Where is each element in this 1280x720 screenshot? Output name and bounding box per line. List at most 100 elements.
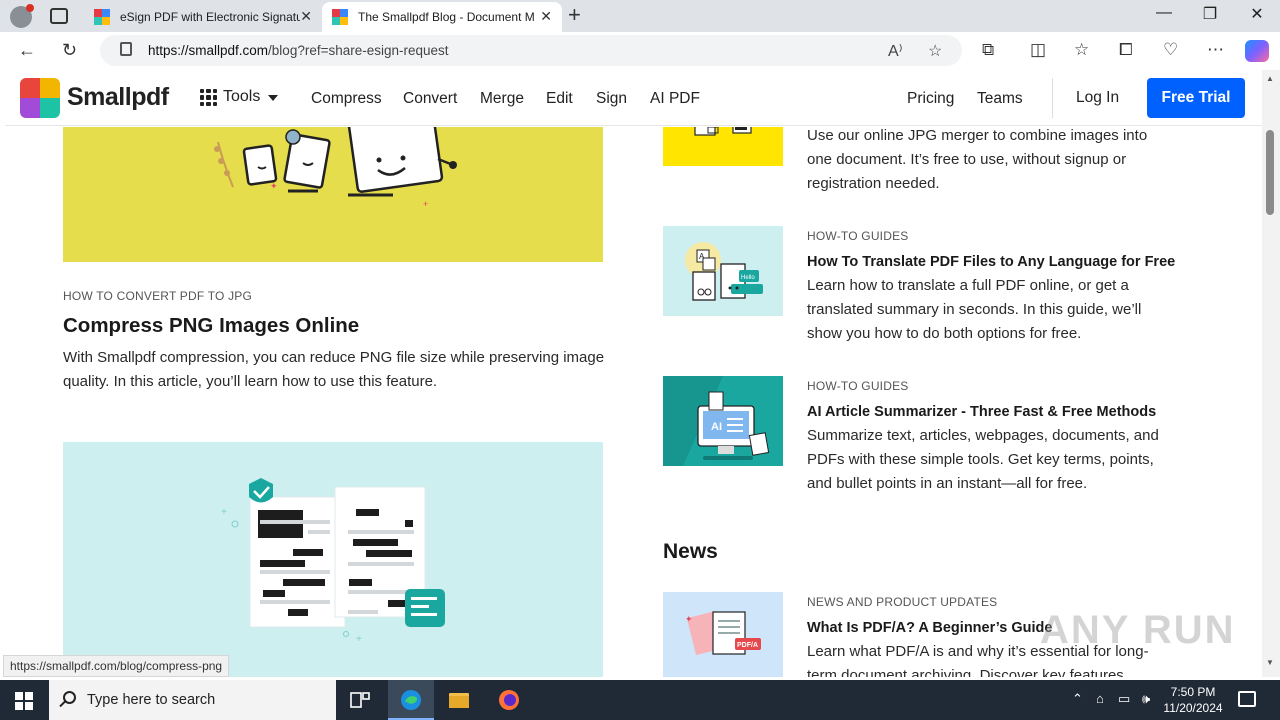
minimize-button[interactable]: — bbox=[1141, 4, 1187, 22]
refresh-icon[interactable]: ↻ bbox=[62, 40, 77, 61]
thumbnail-jpg-merger[interactable] bbox=[663, 127, 783, 166]
lock-icon[interactable] bbox=[120, 42, 132, 56]
site-header: Smallpdf Tools Compress Convert Merge Ed… bbox=[5, 70, 1263, 126]
task-view-icon[interactable] bbox=[348, 688, 372, 712]
nav-merge[interactable]: Merge bbox=[480, 90, 524, 108]
nav-ai-pdf[interactable]: AI PDF bbox=[650, 90, 700, 108]
smallpdf-logo-icon[interactable] bbox=[20, 78, 60, 118]
browser-titlebar: eSign PDF with Electronic Signatu ✕ The … bbox=[0, 0, 1280, 32]
network-icon[interactable]: ⌂ bbox=[1096, 691, 1104, 706]
tab-label: The Smallpdf Blog - Document M bbox=[358, 10, 535, 24]
nav-teams[interactable]: Teams bbox=[977, 90, 1023, 108]
svg-text:✦: ✦ bbox=[685, 614, 693, 624]
pdfa-illustration: PDF/A ✦ bbox=[685, 610, 761, 656]
translate-illustration: A Hello bbox=[685, 242, 763, 301]
copilot-icon[interactable] bbox=[1245, 40, 1269, 62]
compress-illustration: + + bbox=[221, 478, 445, 645]
close-tab-icon[interactable]: ✕ bbox=[300, 8, 312, 25]
collections-icon[interactable]: ⧠ bbox=[1119, 40, 1133, 60]
ai-summarizer-illustration: AI bbox=[663, 376, 770, 466]
hello-bubble: Hello bbox=[741, 275, 755, 281]
documents-illustration: ✦ + bbox=[214, 127, 457, 209]
close-window-button[interactable]: ✕ bbox=[1234, 4, 1280, 24]
smallpdf-favicon-icon bbox=[332, 9, 348, 25]
thumbnail-pdfa[interactable]: PDF/A ✦ bbox=[663, 592, 783, 677]
clock-time: 7:50 PM bbox=[1170, 685, 1216, 699]
news-heading: News bbox=[663, 540, 718, 563]
logo-text[interactable]: Smallpdf bbox=[67, 83, 169, 112]
side-item-3-excerpt: Summarize text, articles, webpages, docu… bbox=[807, 427, 1159, 492]
watermark-logo: ANY RUN bbox=[1040, 608, 1236, 652]
edge-browser-icon[interactable] bbox=[399, 688, 423, 712]
nav-convert[interactable]: Convert bbox=[403, 90, 457, 108]
back-arrow-icon[interactable]: ← bbox=[18, 40, 36, 61]
article-thumbnail-jpg[interactable]: ✦ + bbox=[63, 127, 603, 262]
nav-sign[interactable]: Sign bbox=[596, 90, 627, 108]
scrollbar-thumb[interactable] bbox=[1266, 130, 1274, 215]
nav-compress[interactable]: Compress bbox=[311, 90, 382, 108]
jpg-merger-illustration bbox=[694, 127, 752, 136]
favorites-icon[interactable]: ☆ bbox=[1074, 40, 1089, 60]
side-item-2-category[interactable]: HOW-TO GUIDES bbox=[807, 229, 909, 243]
tools-grid-icon[interactable] bbox=[200, 89, 217, 106]
side-item-2-excerpt: Learn how to translate a full PDF online… bbox=[807, 277, 1142, 342]
display-icon[interactable]: ▭ bbox=[1118, 691, 1130, 707]
taskbar-search-placeholder: Type here to search bbox=[87, 692, 216, 708]
news-item-category[interactable]: NEWS AND PRODUCT UPDATES bbox=[807, 595, 997, 609]
tab-label: eSign PDF with Electronic Signatu bbox=[120, 10, 300, 24]
side-item-3-title[interactable]: AI Article Summarizer - Three Fast & Fre… bbox=[807, 404, 1156, 420]
windows-start-icon[interactable] bbox=[15, 692, 33, 710]
chevron-down-icon[interactable] bbox=[268, 95, 278, 101]
favorite-star-icon[interactable]: ☆ bbox=[928, 41, 942, 61]
article-thumbnail-compress-png[interactable]: + + bbox=[63, 442, 603, 677]
search-icon bbox=[63, 691, 76, 704]
article-category[interactable]: HOW TO CONVERT PDF TO JPG bbox=[63, 289, 252, 303]
side-item-2-title[interactable]: How To Translate PDF Files to Any Langua… bbox=[807, 254, 1175, 270]
thumbnail-ai-summarizer[interactable]: AI bbox=[663, 376, 783, 466]
smallpdf-favicon-icon bbox=[94, 9, 110, 25]
more-menu-icon[interactable]: ⋯ bbox=[1207, 40, 1224, 60]
tab-actions-icon[interactable] bbox=[50, 8, 68, 24]
link-status-url: https://smallpdf.com/blog/compress-png bbox=[3, 655, 230, 677]
profile-avatar-icon[interactable] bbox=[10, 4, 34, 28]
scroll-down-icon[interactable]: ▼ bbox=[1266, 658, 1274, 667]
tab-esign[interactable]: eSign PDF with Electronic Signatu ✕ bbox=[84, 2, 322, 32]
article-title[interactable]: Compress PNG Images Online bbox=[63, 314, 359, 338]
tools-menu[interactable]: Tools bbox=[223, 88, 260, 106]
svg-text:✦: ✦ bbox=[270, 181, 278, 191]
taskbar-clock[interactable]: 7:50 PM 11/20/2024 bbox=[1160, 684, 1226, 716]
tab-blog[interactable]: The Smallpdf Blog - Document M ✕ bbox=[322, 2, 562, 32]
clock-date: 11/20/2024 bbox=[1163, 701, 1223, 715]
url-text[interactable]: https://smallpdf.com/blog?ref=share-esig… bbox=[148, 43, 449, 58]
page-scrollbar[interactable]: ▲ ▼ bbox=[1262, 70, 1280, 677]
pdfa-badge-label: PDF/A bbox=[737, 642, 758, 649]
free-trial-button[interactable]: Free Trial bbox=[1147, 78, 1245, 118]
notifications-icon[interactable] bbox=[1238, 691, 1256, 707]
svg-text:+: + bbox=[356, 634, 362, 645]
svg-text:+: + bbox=[221, 507, 227, 518]
new-tab-button[interactable]: + bbox=[568, 2, 581, 28]
thumbnail-translate-pdf[interactable]: A Hello bbox=[663, 226, 783, 316]
read-aloud-icon[interactable]: A⁾ bbox=[888, 41, 903, 61]
address-bar[interactable]: https://smallpdf.com/blog?ref=share-esig… bbox=[100, 35, 962, 66]
nav-pricing[interactable]: Pricing bbox=[907, 90, 954, 108]
tray-chevron-icon[interactable]: ⌃ bbox=[1072, 691, 1083, 707]
taskbar-search[interactable]: Type here to search bbox=[49, 680, 336, 720]
login-link[interactable]: Log In bbox=[1076, 89, 1119, 107]
browser-essentials-icon[interactable]: ♡ bbox=[1163, 40, 1178, 60]
close-tab-icon[interactable]: ✕ bbox=[540, 8, 552, 25]
file-explorer-icon[interactable] bbox=[447, 688, 471, 712]
extensions-icon[interactable]: ⧉ bbox=[982, 40, 994, 60]
windows-taskbar: Type here to search ⌃ ⌂ ▭ 🕪 7:50 PM 11/2… bbox=[0, 680, 1280, 720]
maximize-button[interactable]: ❐ bbox=[1187, 4, 1233, 24]
browser-toolbar: ← ↻ https://smallpdf.com/blog?ref=share-… bbox=[0, 32, 1280, 70]
svg-text:+: + bbox=[423, 199, 428, 209]
ai-label: AI bbox=[711, 421, 722, 433]
nav-edit[interactable]: Edit bbox=[546, 90, 573, 108]
split-screen-icon[interactable]: ◫ bbox=[1030, 40, 1046, 60]
side-item-3-category[interactable]: HOW-TO GUIDES bbox=[807, 379, 909, 393]
firefox-icon[interactable] bbox=[497, 688, 521, 712]
volume-icon[interactable]: 🕪 bbox=[1142, 691, 1150, 707]
news-item-title[interactable]: What Is PDF/A? A Beginner’s Guide bbox=[807, 620, 1052, 636]
scroll-up-icon[interactable]: ▲ bbox=[1266, 74, 1274, 83]
